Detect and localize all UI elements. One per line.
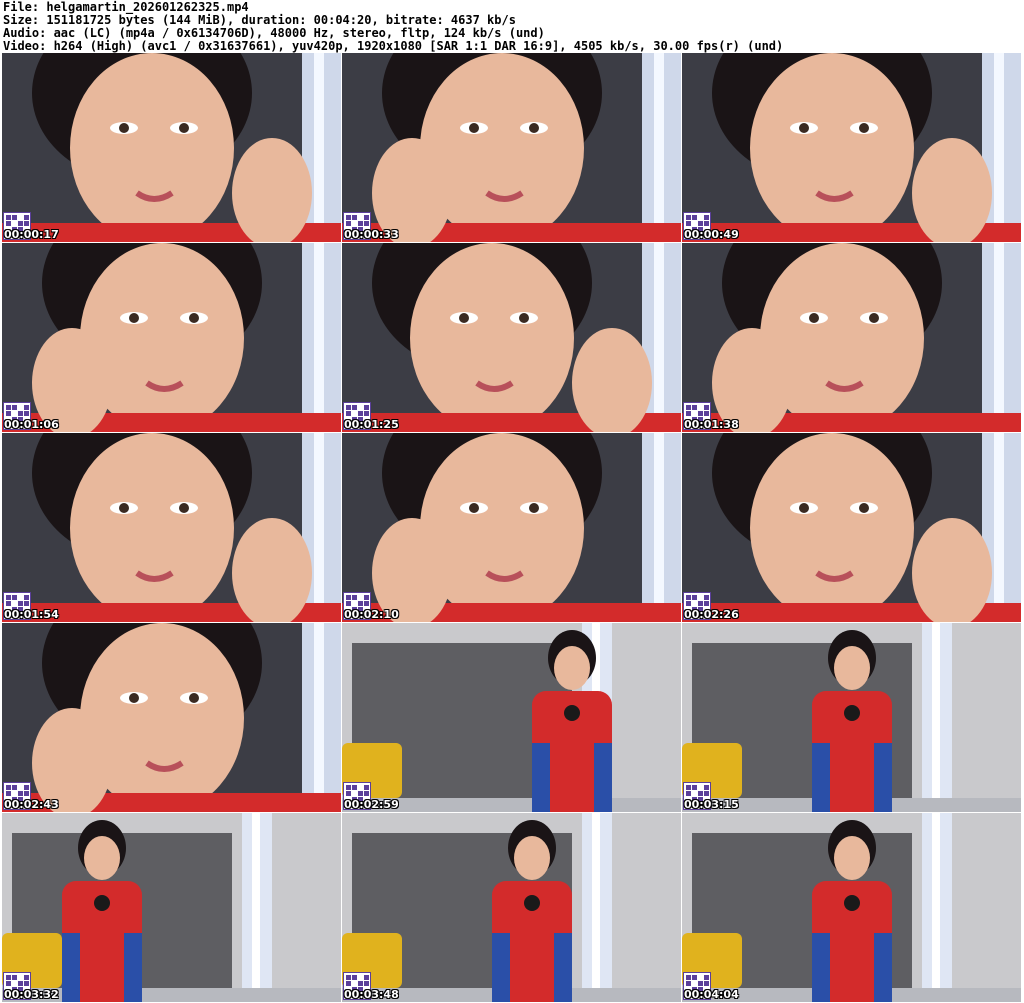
video-thumbnail: 00:01:38 (682, 243, 1021, 432)
thumbnail-timestamp: 00:01:54 (4, 608, 59, 621)
thumbnail-timestamp: 00:02:26 (684, 608, 739, 621)
thumbnail-frame-image (2, 813, 341, 1002)
thumbnail-timestamp: 00:02:59 (344, 798, 399, 811)
thumbnail-timestamp: 00:01:06 (4, 418, 59, 431)
thumbnail-timestamp: 00:03:48 (344, 988, 399, 1001)
video-thumbnail: 00:03:32 (2, 813, 341, 1002)
video-thumbnail: 00:00:49 (682, 53, 1021, 242)
thumbnail-timestamp: 00:02:10 (344, 608, 399, 621)
thumbnail-frame-image (682, 433, 1021, 622)
thumbnail-frame-image (682, 243, 1021, 432)
thumbnail-timestamp: 00:01:38 (684, 418, 739, 431)
thumbnail-grid: 00:00:17 00:00:33 00:00:49 00:01:06 00:0… (2, 53, 1022, 1003)
file-info-header: File: helgamartin_202601262325.mp4 Size:… (0, 0, 1024, 53)
video-info-line: Video: h264 (High) (avc1 / 0x31637661), … (3, 39, 784, 53)
video-thumbnail: 00:01:06 (2, 243, 341, 432)
video-thumbnail: 00:02:59 (342, 623, 681, 812)
thumbnail-timestamp: 00:00:33 (344, 228, 399, 241)
video-thumbnail: 00:01:54 (2, 433, 341, 622)
thumbnail-frame-image (2, 433, 341, 622)
thumbnail-frame-image (342, 53, 681, 242)
thumbnail-timestamp: 00:00:17 (4, 228, 59, 241)
video-thumbnail: 00:02:10 (342, 433, 681, 622)
thumbnail-frame-image (682, 623, 1021, 812)
thumbnail-frame-image (342, 623, 681, 812)
video-thumbnail: 00:04:04 (682, 813, 1021, 1002)
thumbnail-frame-image (2, 623, 341, 812)
thumbnail-timestamp: 00:02:43 (4, 798, 59, 811)
thumbnail-frame-image (342, 243, 681, 432)
thumbnail-frame-image (342, 433, 681, 622)
video-thumbnail: 00:02:43 (2, 623, 341, 812)
video-thumbnail: 00:00:33 (342, 53, 681, 242)
thumbnail-timestamp: 00:00:49 (684, 228, 739, 241)
video-thumbnail: 00:00:17 (2, 53, 341, 242)
video-thumbnail: 00:03:15 (682, 623, 1021, 812)
thumbnail-timestamp: 00:03:32 (4, 988, 59, 1001)
thumbnail-frame-image (682, 813, 1021, 1002)
thumbnail-frame-image (2, 243, 341, 432)
thumbnail-timestamp: 00:01:25 (344, 418, 399, 431)
video-thumbnail: 00:02:26 (682, 433, 1021, 622)
thumbnail-timestamp: 00:03:15 (684, 798, 739, 811)
thumbnail-frame-image (682, 53, 1021, 242)
thumbnail-timestamp: 00:04:04 (684, 988, 739, 1001)
thumbnail-frame-image (2, 53, 341, 242)
video-thumbnail: 00:01:25 (342, 243, 681, 432)
video-thumbnail: 00:03:48 (342, 813, 681, 1002)
thumbnail-frame-image (342, 813, 681, 1002)
